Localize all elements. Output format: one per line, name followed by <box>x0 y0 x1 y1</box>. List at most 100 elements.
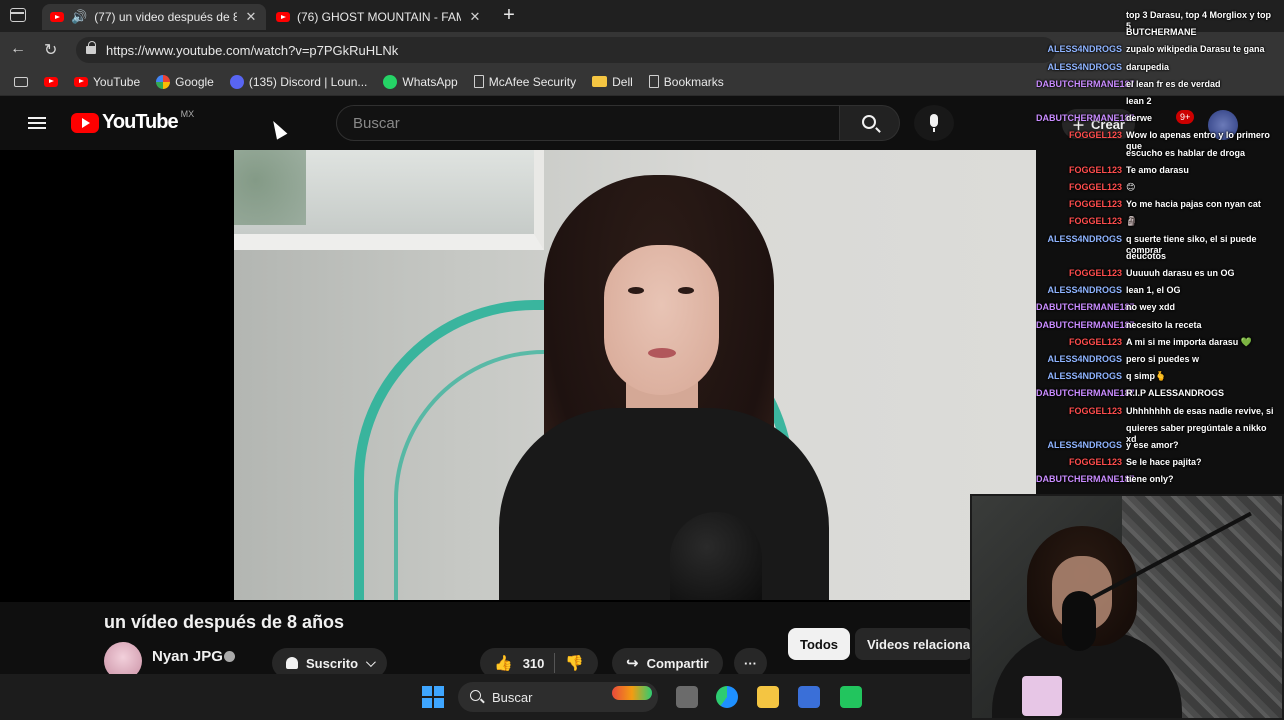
search-highlight-icon <box>612 686 652 700</box>
tab-video[interactable]: 🔊 (77) un video después de 8 a ✕ <box>42 4 266 30</box>
logo-text: YouTube <box>102 111 179 133</box>
chat-username <box>1036 96 1126 107</box>
chat-username: ALESS4NDROGS <box>1047 354 1122 364</box>
video-player[interactable] <box>234 150 1036 600</box>
search-input[interactable]: Buscar <box>336 105 840 141</box>
like-icon[interactable]: 👍 <box>494 654 513 672</box>
bookmark-mcafee[interactable]: McAfee Security <box>473 75 576 89</box>
bookmark-label: WhatsApp <box>402 74 458 89</box>
address-bar[interactable]: https://www.youtube.com/watch?v=p7PGkRuH… <box>76 37 1056 63</box>
tab-ghost-mountain[interactable]: (76) GHOST MOUNTAIN - FAMILI ✕ <box>268 4 490 30</box>
channel-name[interactable]: Nyan JPG <box>152 648 223 665</box>
chat-username <box>1036 251 1126 262</box>
taskbar-search-placeholder: Buscar <box>492 689 533 705</box>
task-view-icon[interactable] <box>676 686 698 708</box>
chat-message: ALESS4NDROGS q simp🫰 <box>1036 371 1276 382</box>
verified-icon <box>224 651 235 662</box>
edge-icon[interactable] <box>716 686 738 708</box>
speaker-icon[interactable]: 🔊 <box>71 9 87 25</box>
like-count: 310 <box>522 655 545 671</box>
bookmark-bookmarks[interactable]: Bookmarks <box>648 74 724 89</box>
file-explorer-icon[interactable] <box>757 686 779 708</box>
new-tab-icon[interactable]: + <box>498 4 520 27</box>
share-icon: ↪ <box>626 655 639 672</box>
close-tab-icon[interactable]: ✕ <box>244 9 258 25</box>
chat-text: R.I.P ALESSANDROGS <box>1126 388 1225 399</box>
back-icon[interactable]: ← <box>10 40 26 58</box>
bookmark-dell[interactable]: Dell <box>592 75 633 89</box>
chat-text: Se le hace pajita? <box>1126 457 1202 468</box>
chat-username: FOGGEL123 <box>1068 405 1122 416</box>
chat-message: FOGGEL123 🗿 <box>1036 216 1276 227</box>
video-frame-eye <box>678 287 694 294</box>
chip-related-videos[interactable]: Videos relacionad <box>855 628 973 660</box>
bell-icon <box>286 657 298 669</box>
app-icon[interactable] <box>840 686 862 708</box>
webcam-microphone <box>1062 591 1096 651</box>
chat-username: FOGGEL123 <box>1068 164 1122 175</box>
chat-username: DABUTCHERMANE187 <box>1036 319 1135 330</box>
chat-message: ALESS4NDROGS pero si puedes w <box>1036 354 1276 365</box>
bookmark-discord[interactable]: (135) Discord | Loun... <box>229 74 368 89</box>
search-button[interactable] <box>840 105 900 141</box>
search-placeholder: Buscar <box>353 114 400 132</box>
chat-message: DABUTCHERMANE187 necesito la receta <box>1036 320 1276 331</box>
tab-title: (77) un video después de 8 a <box>94 10 237 24</box>
chip-todos[interactable]: Todos <box>788 628 851 660</box>
youtube-favicon-icon <box>276 12 290 22</box>
video-frame-plant <box>234 150 306 225</box>
streamer-webcam <box>970 494 1284 720</box>
refresh-icon[interactable]: ↻ <box>44 40 57 60</box>
chat-message: DABUTCHERMANE187 tiene only? <box>1036 474 1276 485</box>
whatsapp-icon <box>383 74 398 89</box>
tab-actions-icon[interactable] <box>10 8 26 22</box>
page-icon <box>648 75 659 88</box>
bookmark-label: YouTube <box>93 74 141 89</box>
chat-username: FOGGEL123 <box>1068 216 1122 227</box>
bookmarks-toggle-icon[interactable] <box>14 76 28 87</box>
chat-username <box>1036 148 1126 159</box>
chat-username: ALESS4NDROGS <box>1047 285 1122 296</box>
chat-text: Te amo darasu <box>1126 164 1189 175</box>
bookmark-label: Bookmarks <box>663 74 724 89</box>
tab-title: (76) GHOST MOUNTAIN - FAMILI <box>297 10 461 24</box>
divider <box>554 653 556 673</box>
subscribe-label: Suscrito <box>306 655 359 671</box>
video-frame-microphone <box>670 512 762 600</box>
video-frame-eye <box>628 287 644 294</box>
chat-message: BUTCHERMANE <box>1036 27 1276 38</box>
bookmark-label: (135) Discord | Loun... <box>248 74 368 89</box>
region-label: MX <box>180 108 195 119</box>
chat-message: ALESS4NDROGS zupalo wikipedia Darasu te g… <box>1036 44 1276 55</box>
youtube-logo[interactable]: YouTube MX <box>71 108 195 134</box>
google-icon <box>156 74 171 89</box>
chat-message: FOGGEL123 Yo me hacia pajas con nyan cat <box>1036 199 1276 210</box>
chat-message: DABUTCHERMANE187 R.I.P ALESSANDROGS <box>1036 388 1276 399</box>
bookmark-whatsapp[interactable]: WhatsApp <box>383 74 458 89</box>
chat-username: DABUTCHERMANE187 <box>1036 302 1135 313</box>
chat-username: DABUTCHERMANE187 <box>1036 113 1135 124</box>
store-icon[interactable] <box>798 686 820 708</box>
chat-username: DABUTCHERMANE187 <box>1036 388 1135 399</box>
voice-search-button[interactable] <box>914 105 954 141</box>
bookmark-label: Dell <box>612 74 633 89</box>
windows-start-icon[interactable] <box>422 686 444 708</box>
chat-message: DABUTCHERMANE187 derwe <box>1036 113 1276 124</box>
chat-username: ALESS4NDROGS <box>1047 61 1122 72</box>
chat-text: 🗿 <box>1126 216 1138 227</box>
chat-message: escucho es hablar de droga <box>1036 148 1276 159</box>
discord-icon <box>229 74 244 89</box>
chat-message: DABUTCHERMANE187 no wey xdd <box>1036 302 1276 313</box>
chat-text: escucho es hablar de droga <box>1126 147 1246 158</box>
menu-icon[interactable] <box>28 117 46 129</box>
bookmark-youtube[interactable]: YouTube <box>74 75 140 89</box>
close-tab-icon[interactable]: ✕ <box>468 9 482 25</box>
search-icon <box>470 690 481 701</box>
bookmark-youtube-shortcut[interactable] <box>44 76 58 87</box>
bookmark-google[interactable]: Google <box>156 74 214 89</box>
video-frame-torso <box>499 408 829 600</box>
dislike-icon[interactable]: 👎 <box>565 654 584 672</box>
url-text: https://www.youtube.com/watch?v=p7PGkRuH… <box>106 42 399 58</box>
chat-username: FOGGEL123 <box>1068 457 1122 468</box>
chat-username: ALESS4NDROGS <box>1047 440 1122 450</box>
